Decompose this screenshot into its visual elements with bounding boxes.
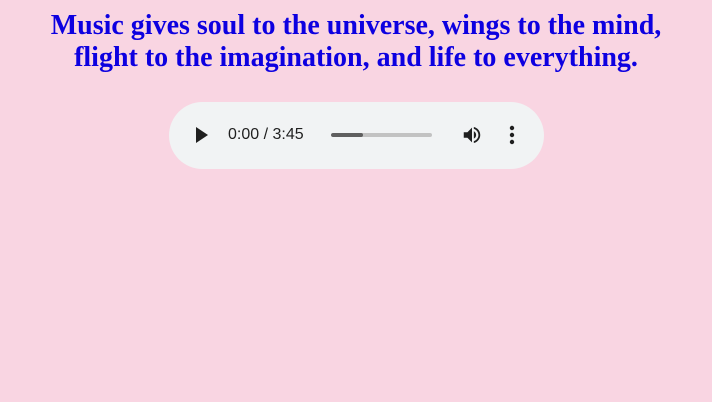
progress-buffered xyxy=(331,133,364,137)
time-display: 0:00 / 3:45 xyxy=(228,126,304,143)
volume-button[interactable] xyxy=(457,120,487,150)
volume-icon xyxy=(463,126,481,144)
quote-heading: Music gives soul to the universe, wings … xyxy=(0,10,712,74)
quote-line-1: Music gives soul to the universe, wings … xyxy=(50,10,662,41)
progress-slider[interactable] xyxy=(331,124,432,146)
progress-track xyxy=(331,133,432,137)
play-button[interactable] xyxy=(186,114,218,156)
more-options-button[interactable] xyxy=(498,120,526,150)
more-vertical-icon xyxy=(509,125,515,145)
play-icon xyxy=(196,127,208,143)
quote-line-2: flight to the imagination, and life to e… xyxy=(74,42,638,73)
